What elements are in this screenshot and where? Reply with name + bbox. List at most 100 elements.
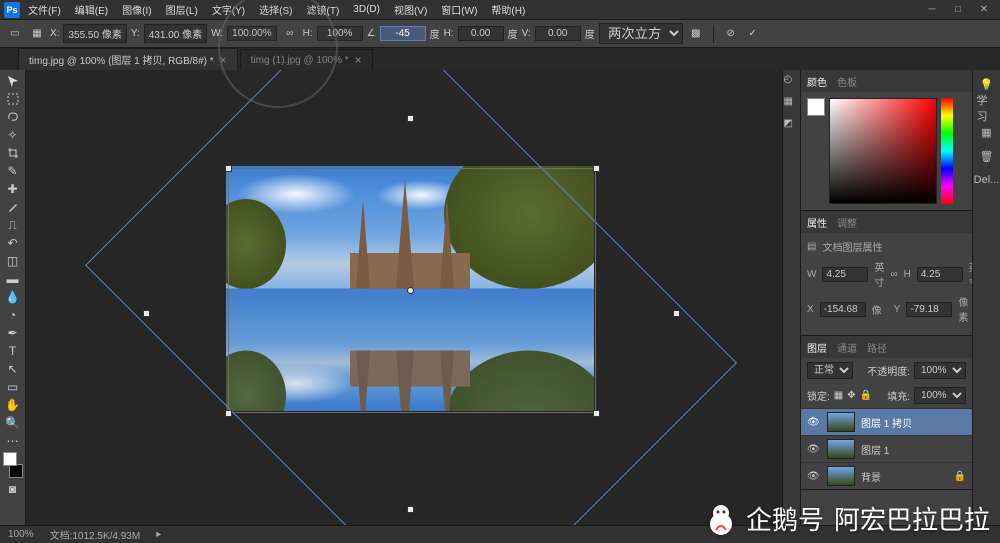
commit-transform-icon[interactable]: ✓ [744,25,762,43]
color-panel: 颜色色板 [801,70,972,211]
w-field[interactable]: 100.00% [227,26,276,41]
h-label: H: [303,28,313,39]
tab-close-icon[interactable]: × [220,53,227,67]
pen-tool-icon[interactable]: ✒ [2,324,24,342]
link-wh-icon[interactable]: ∞ [281,25,299,43]
fill-field[interactable]: 100% [914,387,966,404]
info-panel-icon[interactable]: ◩ [784,118,800,134]
warp-icon[interactable]: ▩ [687,25,705,43]
properties-tab[interactable]: 属性 [807,215,827,230]
blend-mode-select[interactable]: 正常 [807,362,853,379]
color-tab[interactable]: 颜色 [807,74,827,89]
brush-tool-icon[interactable] [2,198,24,216]
layer-row[interactable]: 👁图层 1 拷贝 [801,408,972,435]
crop-tool-icon[interactable] [2,144,24,162]
move-tool-icon[interactable] [2,72,24,90]
blur-tool-icon[interactable]: 💧 [2,288,24,306]
prop-h-field[interactable] [917,267,963,282]
menu-layer[interactable]: 图层(L) [160,0,204,19]
hue-slider[interactable] [941,98,953,204]
h-field[interactable]: 100% [317,26,363,41]
lock-all-icon[interactable]: 🔒 [860,390,872,401]
stamp-tool-icon[interactable]: ⎍ [2,216,24,234]
link-icon[interactable]: ∞ [890,269,897,280]
marquee-tool-icon[interactable] [2,90,24,108]
adjustments-tab[interactable]: 调整 [837,215,857,230]
menu-help[interactable]: 帮助(H) [485,0,531,19]
tab-inactive[interactable]: timg (1).jpg @ 100% *× [240,49,373,70]
background-color[interactable] [9,464,23,478]
menu-file[interactable]: 文件(F) [22,0,67,19]
lasso-tool-icon[interactable] [2,108,24,126]
swatches-tab[interactable]: 色板 [837,74,857,89]
lock-pixels-icon[interactable]: ▦ [834,390,843,401]
history-panel-icon[interactable]: ◴ [784,74,800,90]
type-tool-icon[interactable]: T [2,342,24,360]
paths-tab[interactable]: 路径 [867,340,887,355]
prop-x-field[interactable] [820,302,866,317]
fg-bg-swatches[interactable] [2,450,24,480]
zoom-status[interactable]: 100% [8,529,34,540]
opacity-field[interactable]: 100% [914,362,966,379]
libraries-icon[interactable]: ▦ [977,124,997,140]
dodge-tool-icon[interactable]: ◔ [2,306,24,324]
right-strip: 💡 学习 ▦ 🗑 Del... [972,70,1000,525]
layer-row[interactable]: 👁背景🔒 [801,462,972,489]
prop-y-field[interactable] [906,302,952,317]
more-tools-icon[interactable]: ⋯ [2,432,24,450]
lock-position-icon[interactable]: ✥ [847,390,855,401]
gradient-tool-icon[interactable]: ▬ [2,270,24,288]
angle-field[interactable]: -45 [380,26,426,41]
delete-icon[interactable]: 🗑 [977,148,997,164]
menu-3d[interactable]: 3D(D) [347,2,386,17]
hand-tool-icon[interactable]: ✋ [2,396,24,414]
close-icon[interactable]: ✕ [972,2,996,18]
document-image[interactable] [226,166,594,411]
quickmask-icon[interactable]: ◙ [2,480,24,498]
lock-label: 锁定: [807,388,830,403]
docsize-status[interactable]: 文档:1012.5K/4.93M [50,527,141,542]
layers-tab[interactable]: 图层 [807,340,827,355]
y-field[interactable]: 431.00 像素 [144,24,207,43]
sv-picker[interactable] [829,98,937,204]
tab-active[interactable]: timg.jpg @ 100% (图层 1 拷贝, RGB/8#) *× [18,48,238,70]
skew-v-field[interactable]: 0.00 [535,26,581,41]
options-bar: ▭ ▦ X: 355.50 像素 Y: 431.00 像素 W: 100.00%… [0,20,1000,48]
maximize-icon[interactable]: □ [946,2,970,18]
menu-type[interactable]: 文字(Y) [206,0,251,19]
cancel-transform-icon[interactable]: ⊘ [722,25,740,43]
shape-tool-icon[interactable]: ▭ [2,378,24,396]
actions-panel-icon[interactable]: ▦ [784,96,800,112]
skew-h-field[interactable]: 0.00 [458,26,504,41]
learn-icon[interactable]: 💡 [977,76,997,92]
prop-w-field[interactable] [822,267,868,282]
fill-label: 填充: [887,388,910,403]
menu-view[interactable]: 视图(V) [388,0,433,19]
visibility-icon[interactable]: 👁 [807,444,821,455]
wand-tool-icon[interactable]: ✧ [2,126,24,144]
menu-edit[interactable]: 编辑(E) [69,0,114,19]
layer-row[interactable]: 👁图层 1 [801,435,972,462]
zoom-tool-icon[interactable]: 🔍 [2,414,24,432]
ref-point-icon[interactable]: ▦ [28,25,46,43]
menu-select[interactable]: 选择(S) [253,0,298,19]
channels-tab[interactable]: 通道 [837,340,857,355]
menu-window[interactable]: 窗口(W) [435,0,483,19]
path-select-icon[interactable]: ↖ [2,360,24,378]
current-color-swatch[interactable] [807,98,825,116]
layer-thumb [827,439,855,459]
history-brush-icon[interactable]: ↶ [2,234,24,252]
eyedropper-tool-icon[interactable]: ✎ [2,162,24,180]
visibility-icon[interactable]: 👁 [807,417,821,428]
interpolation-select[interactable]: 两次立方 [599,23,683,44]
eraser-tool-icon[interactable]: ◫ [2,252,24,270]
menu-image[interactable]: 图像(I) [116,0,157,19]
visibility-icon[interactable]: 👁 [807,471,821,482]
tab-close-icon[interactable]: × [355,53,362,67]
menu-filter[interactable]: 滤镜(T) [301,0,346,19]
foreground-color[interactable] [3,452,17,466]
canvas-area[interactable] [26,70,782,525]
x-field[interactable]: 355.50 像素 [63,24,126,43]
minimize-icon[interactable]: ─ [920,2,944,18]
heal-tool-icon[interactable]: ✚ [2,180,24,198]
